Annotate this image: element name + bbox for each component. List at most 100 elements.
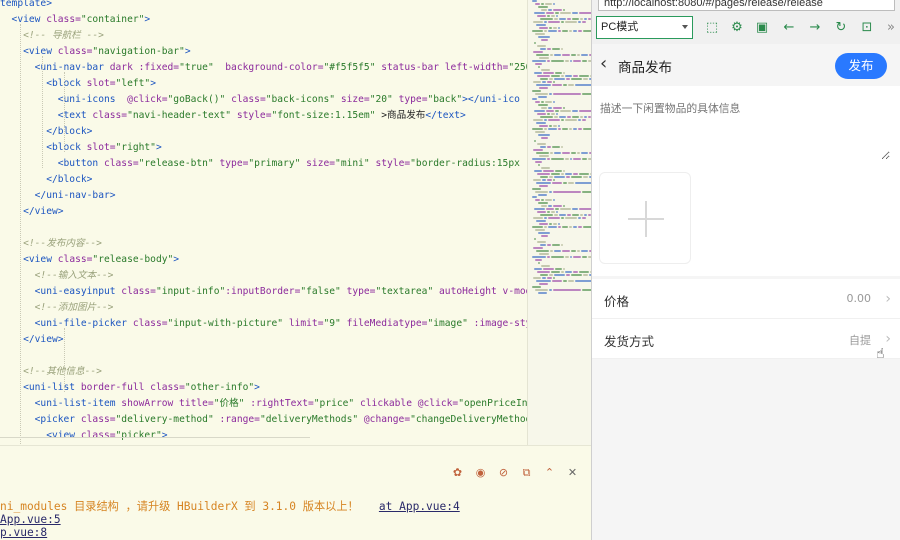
minimap-line <box>554 214 559 216</box>
minimap-line <box>552 182 562 184</box>
minimap-line <box>561 173 565 175</box>
minimap-line <box>558 27 561 29</box>
minimap-line <box>537 15 546 17</box>
minimap-line <box>554 208 560 210</box>
minimap-line <box>541 265 550 267</box>
console-source-link[interactable]: at App.vue:4 <box>379 500 460 513</box>
minimap-line <box>572 173 578 175</box>
minimap-line <box>563 107 566 109</box>
code-editor[interactable]: template> <view class="container"> <!-- … <box>0 0 527 445</box>
code-line: <picker class="delivery-method" :range="… <box>0 412 527 428</box>
description-input[interactable] <box>600 100 890 160</box>
refresh-icon[interactable]: ↻ <box>832 18 850 36</box>
release-button[interactable]: 发布 <box>835 53 887 79</box>
device-mode-value: PC模式 <box>601 21 639 33</box>
minimap-line <box>539 155 550 157</box>
export-icon[interactable]: ⧉ <box>518 464 535 481</box>
settings-icon[interactable]: ⚙ <box>728 18 746 36</box>
minimap-line <box>571 18 580 20</box>
minimap-line <box>541 137 548 139</box>
minimap-line <box>557 226 561 228</box>
code-minimap[interactable] <box>527 0 603 445</box>
minimap-line <box>548 93 552 95</box>
screenshot-icon[interactable]: ⬚ <box>703 18 721 36</box>
minimap-line <box>555 15 558 17</box>
image-picker[interactable] <box>599 172 691 264</box>
minimap-line <box>565 158 569 160</box>
minimap-line <box>548 107 552 109</box>
minimap-line <box>560 12 571 14</box>
code-token: <uni-easyinput <box>0 286 122 297</box>
minimap-line <box>552 289 582 291</box>
code-token: "back-icons" <box>265 94 341 105</box>
minimap-line <box>542 277 546 279</box>
minimap-line <box>562 280 567 282</box>
minimap-line <box>536 122 546 124</box>
minimap-line <box>543 226 548 228</box>
lock-icon[interactable]: ⊡ <box>858 18 876 36</box>
code-token: @click= <box>127 94 168 105</box>
code-line: <view class="container"> <box>0 12 151 28</box>
clear-icon[interactable]: ⊘ <box>495 464 512 481</box>
bug-icon[interactable]: ✿ <box>449 464 466 481</box>
address-bar[interactable]: http://localhost:8080/#/pages/release/re… <box>598 0 895 11</box>
code-token: > <box>184 46 191 57</box>
minimap-line <box>569 256 572 258</box>
minimap-line <box>552 191 582 193</box>
minimap-line <box>560 208 571 210</box>
minimap-line <box>552 277 555 279</box>
chevron-right-icon: › <box>885 331 891 347</box>
minimap-line <box>535 131 545 133</box>
minimap-line <box>540 199 545 201</box>
minimap-line <box>548 205 552 207</box>
delivery-method-list-item[interactable]: 发货方式 自提 › <box>592 319 900 359</box>
back-arrow-icon[interactable]: ← <box>780 18 798 36</box>
minimap-line <box>537 113 546 115</box>
minimap-line <box>563 268 566 270</box>
minimap-line <box>554 176 565 178</box>
minimap-line <box>549 78 553 80</box>
console-source-link[interactable]: p.vue:8 <box>0 526 47 539</box>
code-token: "changeDeliveryMethod" <box>410 414 527 425</box>
minimap-line <box>582 274 588 276</box>
more-icon[interactable]: » <box>882 18 900 36</box>
minimap-line <box>554 12 560 14</box>
minimap-line <box>532 286 541 288</box>
minimap-line <box>535 289 548 291</box>
minimap-line <box>546 208 554 210</box>
scroll-lock-icon[interactable]: ⌃ <box>541 464 558 481</box>
forward-arrow-icon[interactable]: → <box>806 18 824 36</box>
console-icon[interactable]: ▣ <box>753 18 771 36</box>
close-icon[interactable]: ✕ <box>564 464 581 481</box>
minimap-line <box>551 211 555 213</box>
code-token: <!-- 导航栏 --> <box>0 30 104 41</box>
minimap-line <box>548 119 560 121</box>
code-token: <text <box>0 110 93 121</box>
code-line: <text class="navi-header-text" style="fo… <box>0 108 466 124</box>
minimap-line <box>539 223 548 225</box>
record-icon[interactable]: ◉ <box>472 464 489 481</box>
minimap-line <box>537 173 550 175</box>
back-icon[interactable]: ‹ <box>600 54 620 74</box>
minimap-line <box>551 113 555 115</box>
minimap-line <box>563 170 566 172</box>
device-mode-select[interactable]: PC模式 <box>596 16 693 39</box>
minimap-line <box>538 6 548 8</box>
console-line: App.vue:5 <box>0 513 61 526</box>
minimap-line <box>558 125 561 127</box>
minimap-line <box>535 259 542 261</box>
minimap-line <box>534 110 546 112</box>
code-token: "left" <box>115 78 151 89</box>
minimap-line <box>537 75 550 77</box>
code-token: <uni-nav-bar <box>0 62 110 73</box>
minimap-line <box>554 18 559 20</box>
minimap-line <box>578 271 589 273</box>
minimap-line <box>551 158 564 160</box>
code-token: :inputBorder= <box>225 286 301 297</box>
console-source-link[interactable]: App.vue:5 <box>0 513 61 526</box>
code-line: </block> <box>0 124 92 140</box>
price-list-item[interactable]: 价格 0.00 › <box>592 279 900 319</box>
minimap-line <box>536 24 546 26</box>
code-line: </view> <box>0 204 63 220</box>
minimap-line <box>572 128 577 130</box>
